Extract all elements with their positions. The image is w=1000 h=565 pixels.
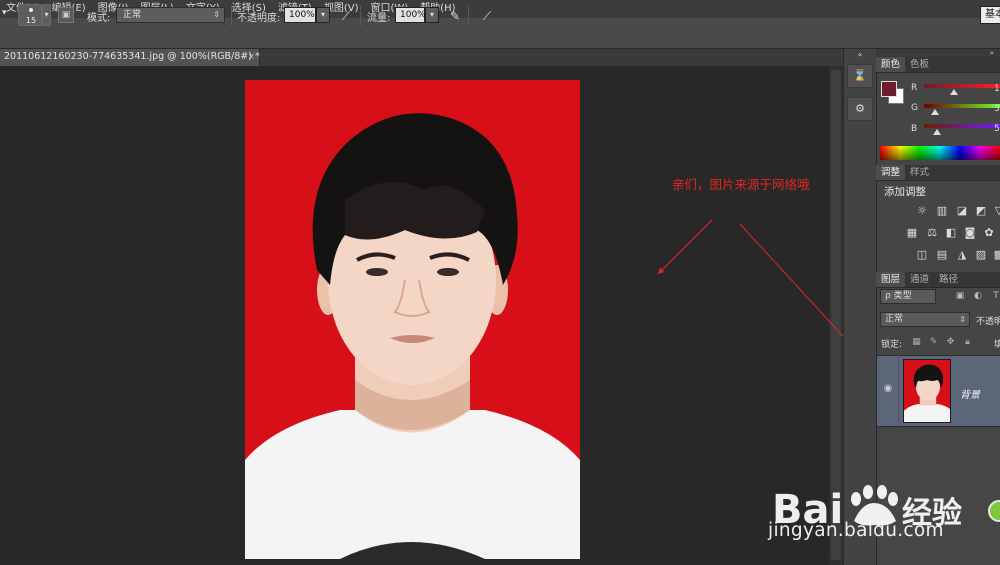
brush-panel-toggle-icon[interactable]: ▣ (58, 7, 74, 23)
tool-preset-arrow-icon[interactable]: ▾ (2, 8, 7, 18)
brush-preset-picker[interactable]: 15 (18, 4, 42, 26)
history-panel-icon[interactable]: ⌛ (847, 64, 873, 88)
filter-adjustment-icon[interactable]: ◐ (972, 290, 984, 302)
document-image[interactable] (245, 80, 580, 559)
layer-thumbnail[interactable] (903, 359, 951, 423)
levels-icon[interactable]: ▥ (935, 204, 949, 218)
channel-mixer-icon[interactable]: ✿ (982, 226, 996, 240)
opacity-dropdown-icon[interactable]: ▾ (316, 7, 330, 23)
opacity-label: 不透明度: (237, 13, 281, 24)
color-balance-icon[interactable]: ⚖ (925, 226, 939, 240)
brightness-icon[interactable]: ☼ (915, 204, 929, 218)
color-spectrum[interactable] (880, 146, 1000, 160)
adjustments-panel-tabs: 调整 样式 (876, 165, 1000, 181)
channel-label-r: R (911, 83, 918, 93)
tab-swatches[interactable]: 色板 (905, 57, 934, 72)
brush-size: 15 (25, 16, 37, 25)
flow-dropdown-icon[interactable]: ▾ (425, 7, 439, 23)
curves-icon[interactable]: ◪ (955, 204, 969, 218)
properties-panel-icon[interactable]: ⚙ (847, 97, 873, 121)
slider-g[interactable] (924, 104, 1000, 108)
lock-transparent-icon[interactable]: ▦ (911, 337, 922, 348)
divider (468, 6, 469, 26)
layer-filter-select[interactable]: ρ 类型 (880, 289, 936, 304)
lock-pixels-icon[interactable]: ✎ (928, 337, 939, 348)
selective-color-icon[interactable]: ▩ (992, 248, 1000, 262)
flow-label: 流量: (367, 13, 391, 24)
filter-pixel-icon[interactable]: ▣ (954, 290, 966, 302)
workspace-switcher[interactable]: 基本 (980, 6, 1000, 24)
slider-thumb-b[interactable] (933, 129, 942, 135)
tab-styles[interactable]: 样式 (905, 165, 934, 180)
mode-value: 正常 (123, 10, 142, 20)
portrait-photo (245, 80, 580, 559)
tab-channels[interactable]: 通道 (905, 272, 934, 287)
thumbnail-image (904, 360, 950, 422)
divider (231, 6, 232, 26)
opacity-input[interactable]: 100% (284, 7, 316, 23)
expand-panels-icon[interactable]: « (845, 50, 875, 60)
channel-label-g: G (911, 103, 918, 113)
channel-value-r[interactable]: 1 (994, 84, 1000, 94)
slider-r[interactable] (924, 84, 1000, 88)
blend-mode-select[interactable]: 正常 ⇕ (880, 312, 970, 327)
select-arrows-icon: ⇕ (959, 315, 966, 324)
adjustments-title: 添加调整 (884, 186, 926, 198)
tablet-pressure-opacity-icon[interactable]: ⟋ (338, 8, 354, 24)
document-tab-bar: 20110612160230-774635341.jpg @ 100%(RGB/… (0, 49, 843, 66)
divider (360, 6, 361, 26)
document-title: 20110612160230-774635341.jpg @ 100%(RGB/… (4, 51, 260, 62)
invert-icon[interactable]: ◫ (915, 248, 929, 262)
posterize-icon[interactable]: ▤ (935, 248, 949, 262)
annotation-text: 亲们，图片来源于网络哦 (672, 177, 810, 192)
tablet-pressure-size-icon[interactable]: ⟋ (479, 8, 495, 24)
lock-all-icon[interactable]: 🔒︎ (962, 337, 973, 348)
photo-filter-icon[interactable]: ◙ (963, 226, 977, 240)
hue-saturation-icon[interactable]: ▦ (905, 226, 919, 240)
tab-adjustments[interactable]: 调整 (876, 165, 906, 180)
layer-name[interactable]: 背景 (960, 386, 980, 401)
tab-layers[interactable]: 图层 (876, 272, 906, 287)
eye-icon[interactable]: ◉ (882, 384, 894, 394)
slider-thumb-r[interactable] (950, 89, 959, 95)
filter-type-icon[interactable]: T (990, 290, 1000, 302)
brush-tip-icon (29, 8, 33, 12)
threshold-icon[interactable]: ◮ (955, 248, 969, 262)
slider-thumb-g[interactable] (930, 109, 939, 115)
lock-position-icon[interactable]: ✥ (945, 337, 956, 348)
mode-select[interactable]: 正常 ⇕ (116, 7, 225, 23)
exposure-icon[interactable]: ◩ (974, 204, 988, 218)
channel-value-b[interactable]: 5 (994, 124, 1000, 134)
collapse-panels-icon[interactable]: » (876, 49, 1000, 57)
black-white-icon[interactable]: ◧ (944, 226, 958, 240)
layers-panel-tabs: 图层 通道 路径 (876, 272, 1000, 288)
layer-opacity-label: 不透明 (976, 317, 1000, 327)
channel-label-b: B (911, 124, 918, 134)
channel-value-g[interactable]: 3 (994, 104, 1000, 114)
airbrush-icon[interactable]: ✎ (447, 8, 463, 24)
foreground-color-swatch[interactable] (881, 81, 897, 97)
select-arrows-icon: ⇕ (213, 10, 220, 19)
flow-input[interactable]: 100% (395, 7, 426, 23)
lock-label: 锁定: (881, 340, 903, 350)
vibrance-icon[interactable]: ▽ (992, 204, 1000, 218)
mode-label: 模式: (87, 13, 111, 24)
color-panel-tabs: 颜色 色板 (876, 57, 1000, 73)
brush-dropdown-icon[interactable]: ▾ (42, 4, 51, 26)
gradient-map-icon[interactable]: ▨ (974, 248, 988, 262)
fill-label: 填 (994, 340, 1000, 350)
tab-color[interactable]: 颜色 (876, 57, 906, 72)
spectrum-shade (880, 146, 1000, 160)
close-tab-icon[interactable]: × (247, 49, 255, 65)
document-tab[interactable]: 20110612160230-774635341.jpg @ 100%(RGB/… (0, 49, 260, 66)
watermark-url: jingyan.baidu.com (768, 520, 944, 541)
tab-paths[interactable]: 路径 (934, 272, 963, 287)
slider-b[interactable] (924, 124, 1000, 128)
blend-mode-value: 正常 (885, 314, 904, 324)
